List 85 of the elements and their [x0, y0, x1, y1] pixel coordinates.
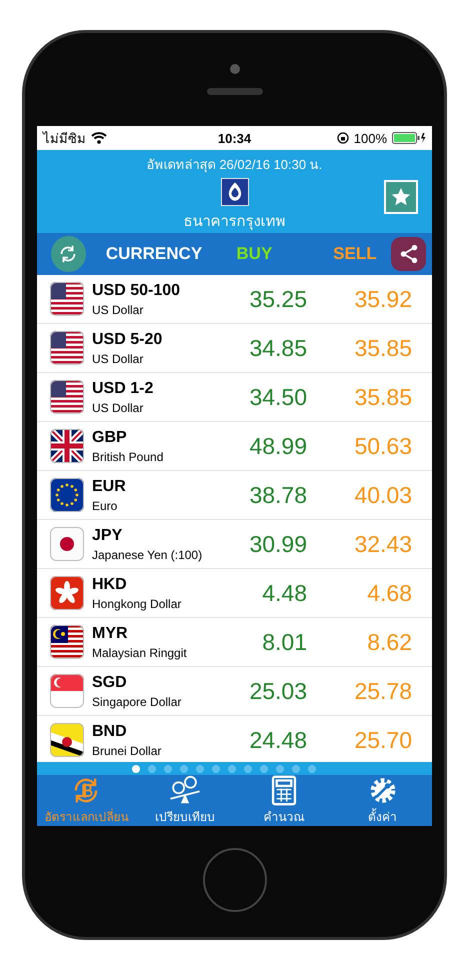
page-dot[interactable] — [292, 764, 300, 772]
flag-icon — [50, 723, 84, 757]
flag-icon — [50, 527, 84, 561]
currency-code: BND — [92, 722, 128, 740]
sell-rate: 25.70 — [353, 726, 412, 754]
buy-rate: 34.50 — [248, 384, 307, 410]
flag-icon — [50, 429, 84, 463]
currency-code: HKD — [92, 576, 128, 594]
currency-code: USD 5-20 — [92, 330, 164, 348]
page-dot[interactable] — [212, 764, 220, 772]
bank-logo-icon — [218, 178, 250, 206]
currency-code: SGD — [92, 674, 128, 692]
currency-code: MYR — [92, 624, 129, 642]
sell-rate: 35.92 — [353, 286, 412, 312]
sell-rate: 50.63 — [353, 432, 412, 460]
tab[interactable]: คำนวณ — [234, 775, 334, 826]
currency-code: EUR — [92, 478, 127, 496]
flag-icon — [50, 282, 84, 316]
flag-icon — [50, 478, 84, 512]
page-dot[interactable] — [260, 764, 268, 772]
flag-icon — [50, 380, 84, 414]
flag-icon — [50, 674, 84, 708]
currency-name: Singapore Dollar — [92, 694, 182, 708]
currency-name: Brunei Dollar — [92, 744, 162, 758]
page-dot[interactable] — [164, 764, 172, 772]
camera-icon — [230, 64, 240, 74]
page-dot[interactable] — [308, 764, 316, 772]
sell-rate: 32.43 — [353, 530, 412, 558]
bank-name: ธนาคารกรุงเทพ — [184, 212, 286, 232]
speaker-icon — [206, 88, 262, 95]
currency-name: Hongkong Dollar — [92, 596, 182, 610]
sell-rate: 35.85 — [353, 384, 412, 410]
buy-rate: 24.48 — [248, 726, 307, 754]
buy-rate: 30.99 — [248, 530, 307, 558]
currency-code: GBP — [92, 428, 128, 446]
buy-rate: 4.48 — [261, 580, 307, 606]
page-dot[interactable] — [148, 764, 156, 772]
currency-name: US Dollar — [92, 302, 144, 316]
battery-percent: 100% — [354, 130, 387, 146]
last-updated-text: อัพเดทล่าสุด 26/02/16 10:30 น. — [146, 156, 322, 174]
flag-icon — [50, 625, 84, 659]
currency-name: Euro — [92, 498, 118, 512]
star-icon — [390, 186, 412, 208]
currency-code: USD 1-2 — [92, 380, 154, 398]
sell-column-header: SELL — [333, 244, 378, 264]
battery-icon — [392, 132, 426, 144]
currency-name: US Dollar — [92, 352, 144, 366]
currency-name: US Dollar — [92, 400, 144, 414]
page-dot[interactable] — [132, 764, 140, 772]
page-dot[interactable] — [196, 764, 204, 772]
sell-rate: 4.68 — [366, 580, 412, 606]
clock-time: 10:34 — [218, 130, 252, 146]
sell-rate: 8.62 — [366, 628, 412, 656]
refresh-button[interactable] — [51, 236, 86, 272]
flag-icon — [50, 331, 84, 365]
page-dot[interactable] — [180, 764, 188, 772]
buy-rate: 8.01 — [261, 628, 307, 656]
currency-name: British Pound — [92, 450, 164, 464]
buy-rate: 25.03 — [248, 678, 307, 704]
buy-column-header: BUY — [236, 244, 274, 264]
sell-rate: 35.85 — [353, 334, 412, 362]
share-button[interactable] — [391, 237, 426, 271]
page-dot[interactable] — [244, 764, 252, 772]
buy-rate: 35.25 — [248, 286, 307, 312]
flag-icon — [50, 576, 84, 610]
wifi-icon — [91, 132, 107, 144]
sell-rate: 25.78 — [353, 678, 412, 704]
buy-rate: 48.99 — [248, 432, 307, 460]
buy-rate: 38.78 — [248, 482, 307, 508]
buy-rate: 34.85 — [248, 334, 307, 362]
currency-name: Japanese Yen (:100) — [92, 548, 204, 562]
page-dot[interactable] — [228, 764, 236, 772]
carrier-label: ไม่มีซิม — [43, 130, 86, 148]
calculator-icon — [270, 775, 298, 806]
currency-column-header: CURRENCY — [106, 244, 204, 264]
tab[interactable]: ตั้งค่า — [333, 775, 432, 826]
sell-rate: 40.03 — [353, 482, 412, 508]
currency-code: USD 50-100 — [92, 282, 182, 300]
tab[interactable]: เปรียบเทียบ — [136, 775, 234, 826]
currency-code: JPY — [92, 526, 124, 544]
currency-name: Malaysian Ringgit — [92, 646, 188, 660]
favorite-button[interactable] — [384, 180, 418, 214]
page-dot[interactable] — [276, 764, 284, 772]
lock-rotation-icon — [336, 132, 349, 144]
home-button[interactable] — [202, 848, 266, 912]
